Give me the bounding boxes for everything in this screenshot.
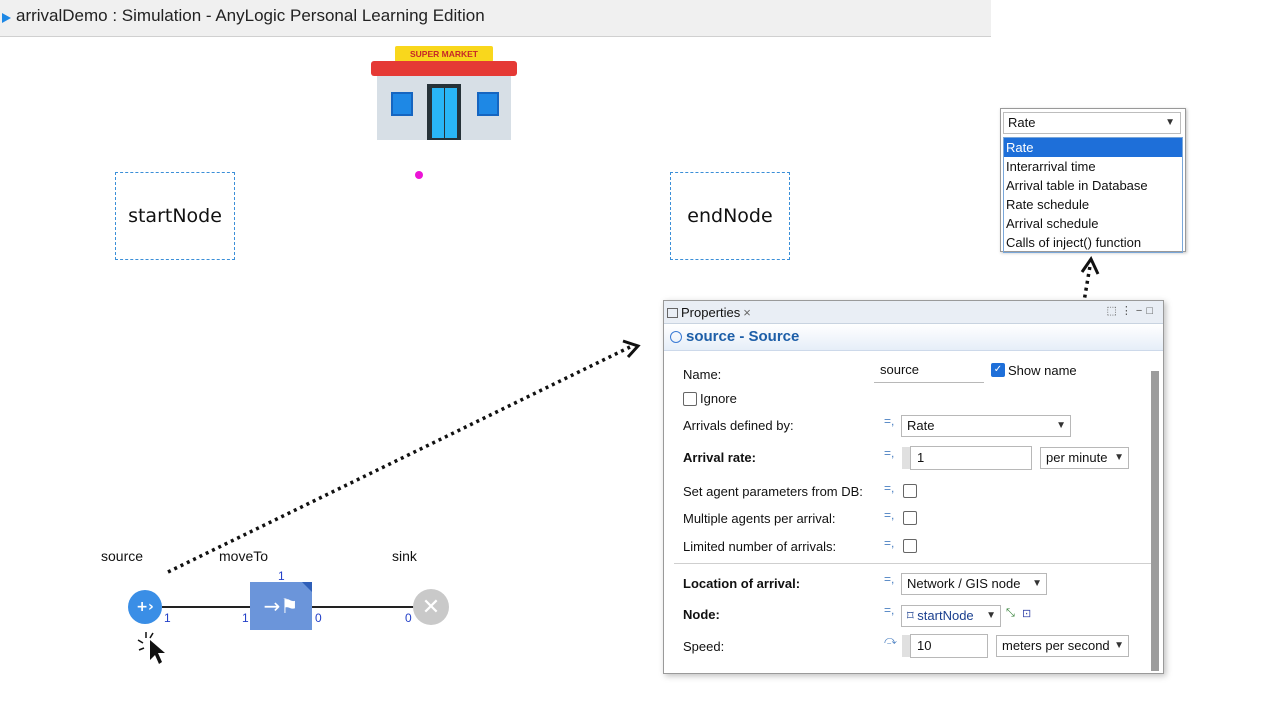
sink-block-label: sink	[392, 548, 417, 564]
end-node[interactable]: endNode	[670, 172, 790, 260]
name-label: Name:	[683, 367, 722, 382]
menu-icon[interactable]: ⋮	[1121, 305, 1136, 317]
section-divider	[674, 563, 1154, 564]
dropdown-option[interactable]: Calls of inject() function	[1004, 233, 1182, 252]
node-icon: ⌑	[907, 608, 918, 623]
arrivals-defined-label: Arrivals defined by:	[683, 418, 794, 433]
show-name-label: Show name	[1008, 363, 1077, 378]
arrival-rate-label: Arrival rate:	[683, 450, 756, 465]
moveto-block-label: moveTo	[219, 548, 269, 564]
supermarket-illustration: SUPER MARKET	[371, 46, 517, 140]
moveto-content-count: 1	[278, 569, 285, 583]
source-block-icon[interactable]: +›	[128, 590, 162, 624]
window-icon	[667, 308, 678, 318]
chevron-down-icon: ▼	[1056, 420, 1066, 431]
chevron-down-icon: ▼	[1114, 452, 1124, 463]
minimize-icon[interactable]: −	[1136, 305, 1146, 317]
connector-source-moveto	[162, 606, 252, 608]
moveto-block-icon[interactable]: →⚑	[250, 582, 312, 630]
speed-field[interactable]: 10	[910, 634, 988, 658]
store-window-right	[477, 92, 499, 116]
ignore-checkbox[interactable]	[683, 392, 697, 406]
chevron-down-icon: ▼	[1165, 117, 1175, 128]
store-roof	[371, 61, 517, 76]
dropdown-option[interactable]: Rate schedule	[1004, 195, 1182, 214]
limited-arrivals-label: Limited number of arrivals:	[683, 539, 837, 554]
ignore-label: Ignore	[700, 391, 737, 406]
sink-block-icon[interactable]: ✕	[413, 589, 449, 625]
arrival-rate-field[interactable]: 1	[910, 446, 1032, 470]
field-gutter	[902, 635, 910, 657]
maximize-icon[interactable]: □	[1146, 305, 1157, 317]
static-value-icon[interactable]: =,	[884, 414, 894, 428]
moveto-out-port-count: 0	[315, 611, 322, 625]
moveto-in-port-count: 1	[242, 611, 249, 625]
location-point	[415, 171, 423, 179]
speed-unit-combo[interactable]: meters per second ▼	[996, 635, 1129, 657]
properties-panel: Properties × ⬚⋮−□ source - Source Name: s…	[663, 300, 1164, 674]
mouse-cursor-icon	[137, 632, 165, 664]
dropdown-current-value: Rate	[1008, 115, 1036, 130]
location-combo[interactable]: Network / GIS node ▼	[901, 573, 1047, 595]
connector-moveto-sink	[312, 606, 415, 608]
static-value-icon[interactable]: =,	[884, 446, 894, 460]
rate-unit-combo[interactable]: per minute ▼	[1040, 447, 1129, 469]
source-out-port-count: 1	[164, 611, 171, 625]
properties-header-title: source - Source	[686, 328, 800, 345]
source-block-label: source	[101, 548, 144, 564]
source-block-small-icon	[670, 331, 682, 343]
node-label: Node:	[683, 607, 720, 622]
static-value-icon[interactable]: =,	[884, 603, 894, 617]
speed-label: Speed:	[683, 639, 725, 654]
dropdown-option[interactable]: Arrival table in Database	[1004, 176, 1182, 195]
static-value-icon[interactable]: =,	[884, 572, 894, 586]
arrivals-dropdown-popup[interactable]: Rate ▼ Rate Interarrival time Arrival ta…	[1000, 108, 1186, 253]
show-name-checkbox[interactable]: ✓	[991, 363, 1005, 377]
db-params-checkbox[interactable]	[903, 484, 917, 498]
create-node-icon[interactable]: ⊡	[1022, 607, 1031, 620]
multiple-agents-label: Multiple agents per arrival:	[683, 511, 836, 526]
store-window-left	[391, 92, 413, 116]
dropdown-option[interactable]: Rate	[1004, 138, 1182, 157]
pin-icon[interactable]: ⬚	[1107, 305, 1121, 317]
dropdown-option[interactable]: Arrival schedule	[1004, 214, 1182, 233]
window-title: arrivalDemo : Simulation - AnyLogic Pers…	[16, 6, 485, 25]
chevron-down-icon: ▼	[1114, 640, 1124, 651]
static-value-icon[interactable]: =,	[884, 508, 894, 522]
properties-scrollbar[interactable]	[1151, 371, 1159, 671]
static-value-icon[interactable]: =,	[884, 481, 894, 495]
properties-header: source - Source	[664, 324, 1163, 351]
title-bar: arrivalDemo : Simulation - AnyLogic Pers…	[0, 0, 991, 37]
store-sign: SUPER MARKET	[395, 46, 493, 62]
tab-properties[interactable]: Properties ×	[667, 303, 751, 323]
arrivals-defined-combo[interactable]: Rate ▼	[901, 415, 1071, 437]
close-icon[interactable]: ×	[743, 305, 751, 320]
arrow-source-to-properties	[167, 339, 641, 574]
location-of-arrival-label: Location of arrival:	[683, 576, 801, 591]
start-node[interactable]: startNode	[115, 172, 235, 260]
app-icon	[2, 13, 11, 23]
view-toolbar: ⬚⋮−□	[1107, 304, 1158, 317]
name-field[interactable]: source	[874, 359, 984, 383]
field-gutter	[902, 447, 910, 469]
limited-arrivals-checkbox[interactable]	[903, 539, 917, 553]
multiple-agents-checkbox[interactable]	[903, 511, 917, 525]
node-combo[interactable]: ⌑ startNode ▼	[901, 605, 1001, 627]
dropdown-option[interactable]: Interarrival time	[1004, 157, 1182, 176]
chevron-down-icon: ▼	[1032, 578, 1042, 589]
store-door	[427, 84, 461, 140]
db-params-label: Set agent parameters from DB:	[683, 484, 863, 499]
sink-in-port-count: 0	[405, 611, 412, 625]
dropdown-options-list: Rate Interarrival time Arrival table in …	[1003, 137, 1183, 253]
static-value-icon[interactable]: =,	[884, 536, 894, 550]
properties-tab-bar: Properties × ⬚⋮−□	[664, 301, 1163, 324]
dropdown-current[interactable]: Rate ▼	[1003, 112, 1181, 134]
store-wall	[377, 76, 511, 140]
dynamic-value-icon[interactable]: ⤼	[884, 633, 897, 648]
select-node-icon[interactable]: ⤡	[1006, 607, 1015, 620]
chevron-down-icon: ▼	[986, 610, 996, 621]
